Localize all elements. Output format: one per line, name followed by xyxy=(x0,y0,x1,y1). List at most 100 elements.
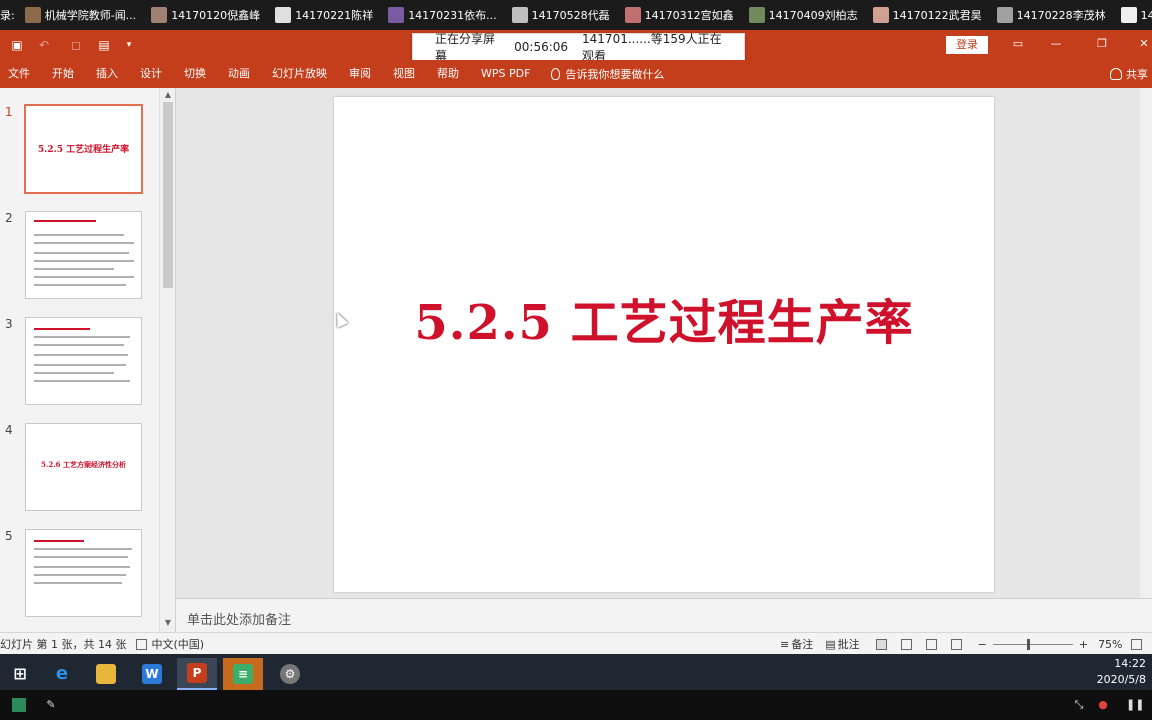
scroll-down-icon[interactable]: ▼ xyxy=(163,618,173,628)
taskbar-notes-app[interactable]: ≡ xyxy=(223,658,263,690)
redo-icon[interactable]: ◻ xyxy=(68,37,84,53)
participant-item[interactable]: 14170120倪鑫峰 xyxy=(145,0,269,30)
slide-canvas[interactable]: 5.2.5 工艺过程生产率 xyxy=(334,97,994,592)
mic-muted-icon[interactable]: ● xyxy=(1096,698,1110,712)
ribbon-tabs: 文件 开始 插入 设计 切换 动画 幻灯片放映 审阅 视图 帮助 WPS PDF 告诉我你想要做什么 xyxy=(0,60,1152,88)
slide-thumbnail-row[interactable]: 4 5.2.6 工艺方案经济性分析 xyxy=(0,423,160,513)
start-button[interactable]: ⊞ xyxy=(0,658,40,690)
notes-toggle-icon[interactable]: ≡ xyxy=(780,638,789,651)
slideshow-view-icon[interactable] xyxy=(950,638,962,650)
scroll-up-icon[interactable]: ▲ xyxy=(163,90,173,100)
ribbon-tab[interactable]: 视图 xyxy=(382,60,426,88)
participant-name: 14170228李茂林 xyxy=(1016,9,1106,22)
thumbnail-text-line xyxy=(34,260,134,262)
ribbon-display-icon[interactable]: ▭ xyxy=(1010,37,1026,51)
login-button[interactable]: 登录 xyxy=(946,36,988,54)
participant-item[interactable]: 14170122武君昊 xyxy=(867,0,991,30)
bottom-toolbar: ✎ ⤡ ● ❚❚ xyxy=(0,690,1152,720)
normal-view-icon[interactable] xyxy=(875,638,887,650)
slide-thumbnail-row[interactable]: 1 5.2.5 工艺过程生产率 xyxy=(0,104,160,195)
participant-name: 14170122武君昊 xyxy=(892,9,982,22)
participant-item[interactable]: 14170409刘柏志 xyxy=(743,0,867,30)
compress-icon[interactable]: ⤡ xyxy=(1072,698,1086,712)
participant-item[interactable]: 14170228李茂林 xyxy=(991,0,1115,30)
taskbar-edge[interactable]: e xyxy=(42,658,82,690)
slide-thumbnail[interactable]: 5.2.6 工艺方案经济性分析 xyxy=(25,423,142,511)
ribbon-tab[interactable]: 文件 xyxy=(0,60,41,88)
language-indicator[interactable]: 中文(中国) xyxy=(151,636,204,652)
customize-qat-icon[interactable]: ▾ xyxy=(121,37,137,53)
undo-icon[interactable]: ↶ xyxy=(36,37,52,53)
slide-thumbnail[interactable] xyxy=(25,529,142,617)
zoom-out-button[interactable]: − xyxy=(978,638,987,651)
notes-app-icon: ≡ xyxy=(233,664,253,684)
notes-toggle[interactable]: 备注 xyxy=(791,636,813,652)
comments-icon[interactable]: ▤ xyxy=(825,638,835,651)
system-clock[interactable]: 14:22 2020/5/8 xyxy=(1097,656,1146,688)
edge-icon: e xyxy=(55,663,69,684)
slide-thumbnail[interactable] xyxy=(25,317,142,405)
thumbnail-text-line xyxy=(34,268,114,270)
taskbar-explorer[interactable] xyxy=(86,658,126,690)
participant-item[interactable]: 14170312宫如鑫 xyxy=(619,0,743,30)
participant-item[interactable]: 14170231依布... xyxy=(382,0,505,30)
slideshow-start-icon[interactable]: ▤ xyxy=(96,37,112,53)
app-tray-icon[interactable] xyxy=(12,698,26,712)
tell-me-label: 告诉我你想要做什么 xyxy=(565,68,665,81)
participant-item[interactable]: 14170528代磊 xyxy=(506,0,619,30)
tell-me-search[interactable]: 告诉我你想要做什么 xyxy=(541,66,664,82)
participant-item[interactable]: 机械学院教师-闻... xyxy=(19,0,145,30)
thumbnail-scrollbar[interactable]: ▲ ▼ xyxy=(159,88,175,632)
screen-share-banner: 正在分享屏幕 00:56:06 141701......等159人正在观看 xyxy=(412,32,745,63)
slide-counter: 幻灯片 第 1 张，共 14 张 xyxy=(0,638,127,651)
clock-time: 14:22 xyxy=(1114,657,1146,670)
participant-item[interactable]: 14170416 章... xyxy=(1115,0,1152,30)
zoom-level[interactable]: 75% xyxy=(1098,638,1122,651)
slide-thumbnail[interactable]: 5.2.5 工艺过程生产率 xyxy=(24,104,143,194)
slide-title[interactable]: 5.2.5 工艺过程生产率 xyxy=(334,283,994,353)
ribbon-tab[interactable]: WPS PDF xyxy=(470,60,541,88)
ribbon-tab[interactable]: 切换 xyxy=(173,60,217,88)
avatar xyxy=(151,7,168,23)
minimize-icon[interactable]: — xyxy=(1048,37,1064,51)
close-icon[interactable]: ✕ xyxy=(1136,37,1152,51)
scroll-thumb[interactable] xyxy=(163,102,173,288)
participant-name: 14170120倪鑫峰 xyxy=(171,9,261,22)
avatar xyxy=(624,7,641,23)
comments-toggle[interactable]: 批注 xyxy=(838,636,860,652)
zoom-slider-knob[interactable] xyxy=(1026,638,1030,650)
ribbon-tab[interactable]: 幻灯片放映 xyxy=(261,60,338,88)
participant-name: 14170231依布... xyxy=(408,9,497,22)
notes-pane[interactable]: 单击此处添加备注 xyxy=(176,598,1152,632)
fit-to-window-icon[interactable] xyxy=(1130,638,1142,650)
status-bar: 幻灯片 第 1 张，共 14 张 中文(中国) ≡ 备注 ▤ 批注 − + 75… xyxy=(0,632,1152,654)
slide-thumbnail-row[interactable]: 5 xyxy=(0,529,160,619)
slide-thumbnail-row[interactable]: 2 xyxy=(0,211,160,301)
ribbon-tab[interactable]: 设计 xyxy=(129,60,173,88)
taskbar-wps[interactable]: W xyxy=(132,658,172,690)
ribbon-tab[interactable]: 动画 xyxy=(217,60,261,88)
ribbon-tab[interactable]: 插入 xyxy=(85,60,129,88)
slide-sorter-icon[interactable] xyxy=(900,638,912,650)
save-icon[interactable]: ▣ xyxy=(9,37,25,53)
ribbon-tab[interactable]: 开始 xyxy=(41,60,85,88)
pen-icon[interactable]: ✎ xyxy=(44,698,58,712)
pause-icon[interactable]: ❚❚ xyxy=(1126,698,1144,712)
taskbar-powerpoint[interactable]: P xyxy=(177,658,217,690)
participant-item[interactable]: 14170221陈祥 xyxy=(269,0,382,30)
taskbar-settings[interactable]: ⚙ xyxy=(270,658,310,690)
ribbon-tab[interactable]: 审阅 xyxy=(338,60,382,88)
zoom-in-button[interactable]: + xyxy=(1079,638,1088,651)
reading-view-icon[interactable] xyxy=(925,638,937,650)
person-icon xyxy=(1110,68,1122,80)
thumbnail-text-line xyxy=(34,234,124,236)
slide-thumbnail-row[interactable]: 3 xyxy=(0,317,160,407)
zoom-slider[interactable] xyxy=(992,638,1073,650)
slide-scrollbar[interactable] xyxy=(1140,88,1152,598)
avatar xyxy=(872,7,889,23)
share-button[interactable]: 共享 xyxy=(1110,60,1148,88)
spellcheck-icon[interactable] xyxy=(136,638,148,650)
slide-thumbnail[interactable] xyxy=(25,211,142,299)
ribbon-tab[interactable]: 帮助 xyxy=(426,60,470,88)
restore-icon[interactable]: ❐ xyxy=(1094,37,1110,51)
